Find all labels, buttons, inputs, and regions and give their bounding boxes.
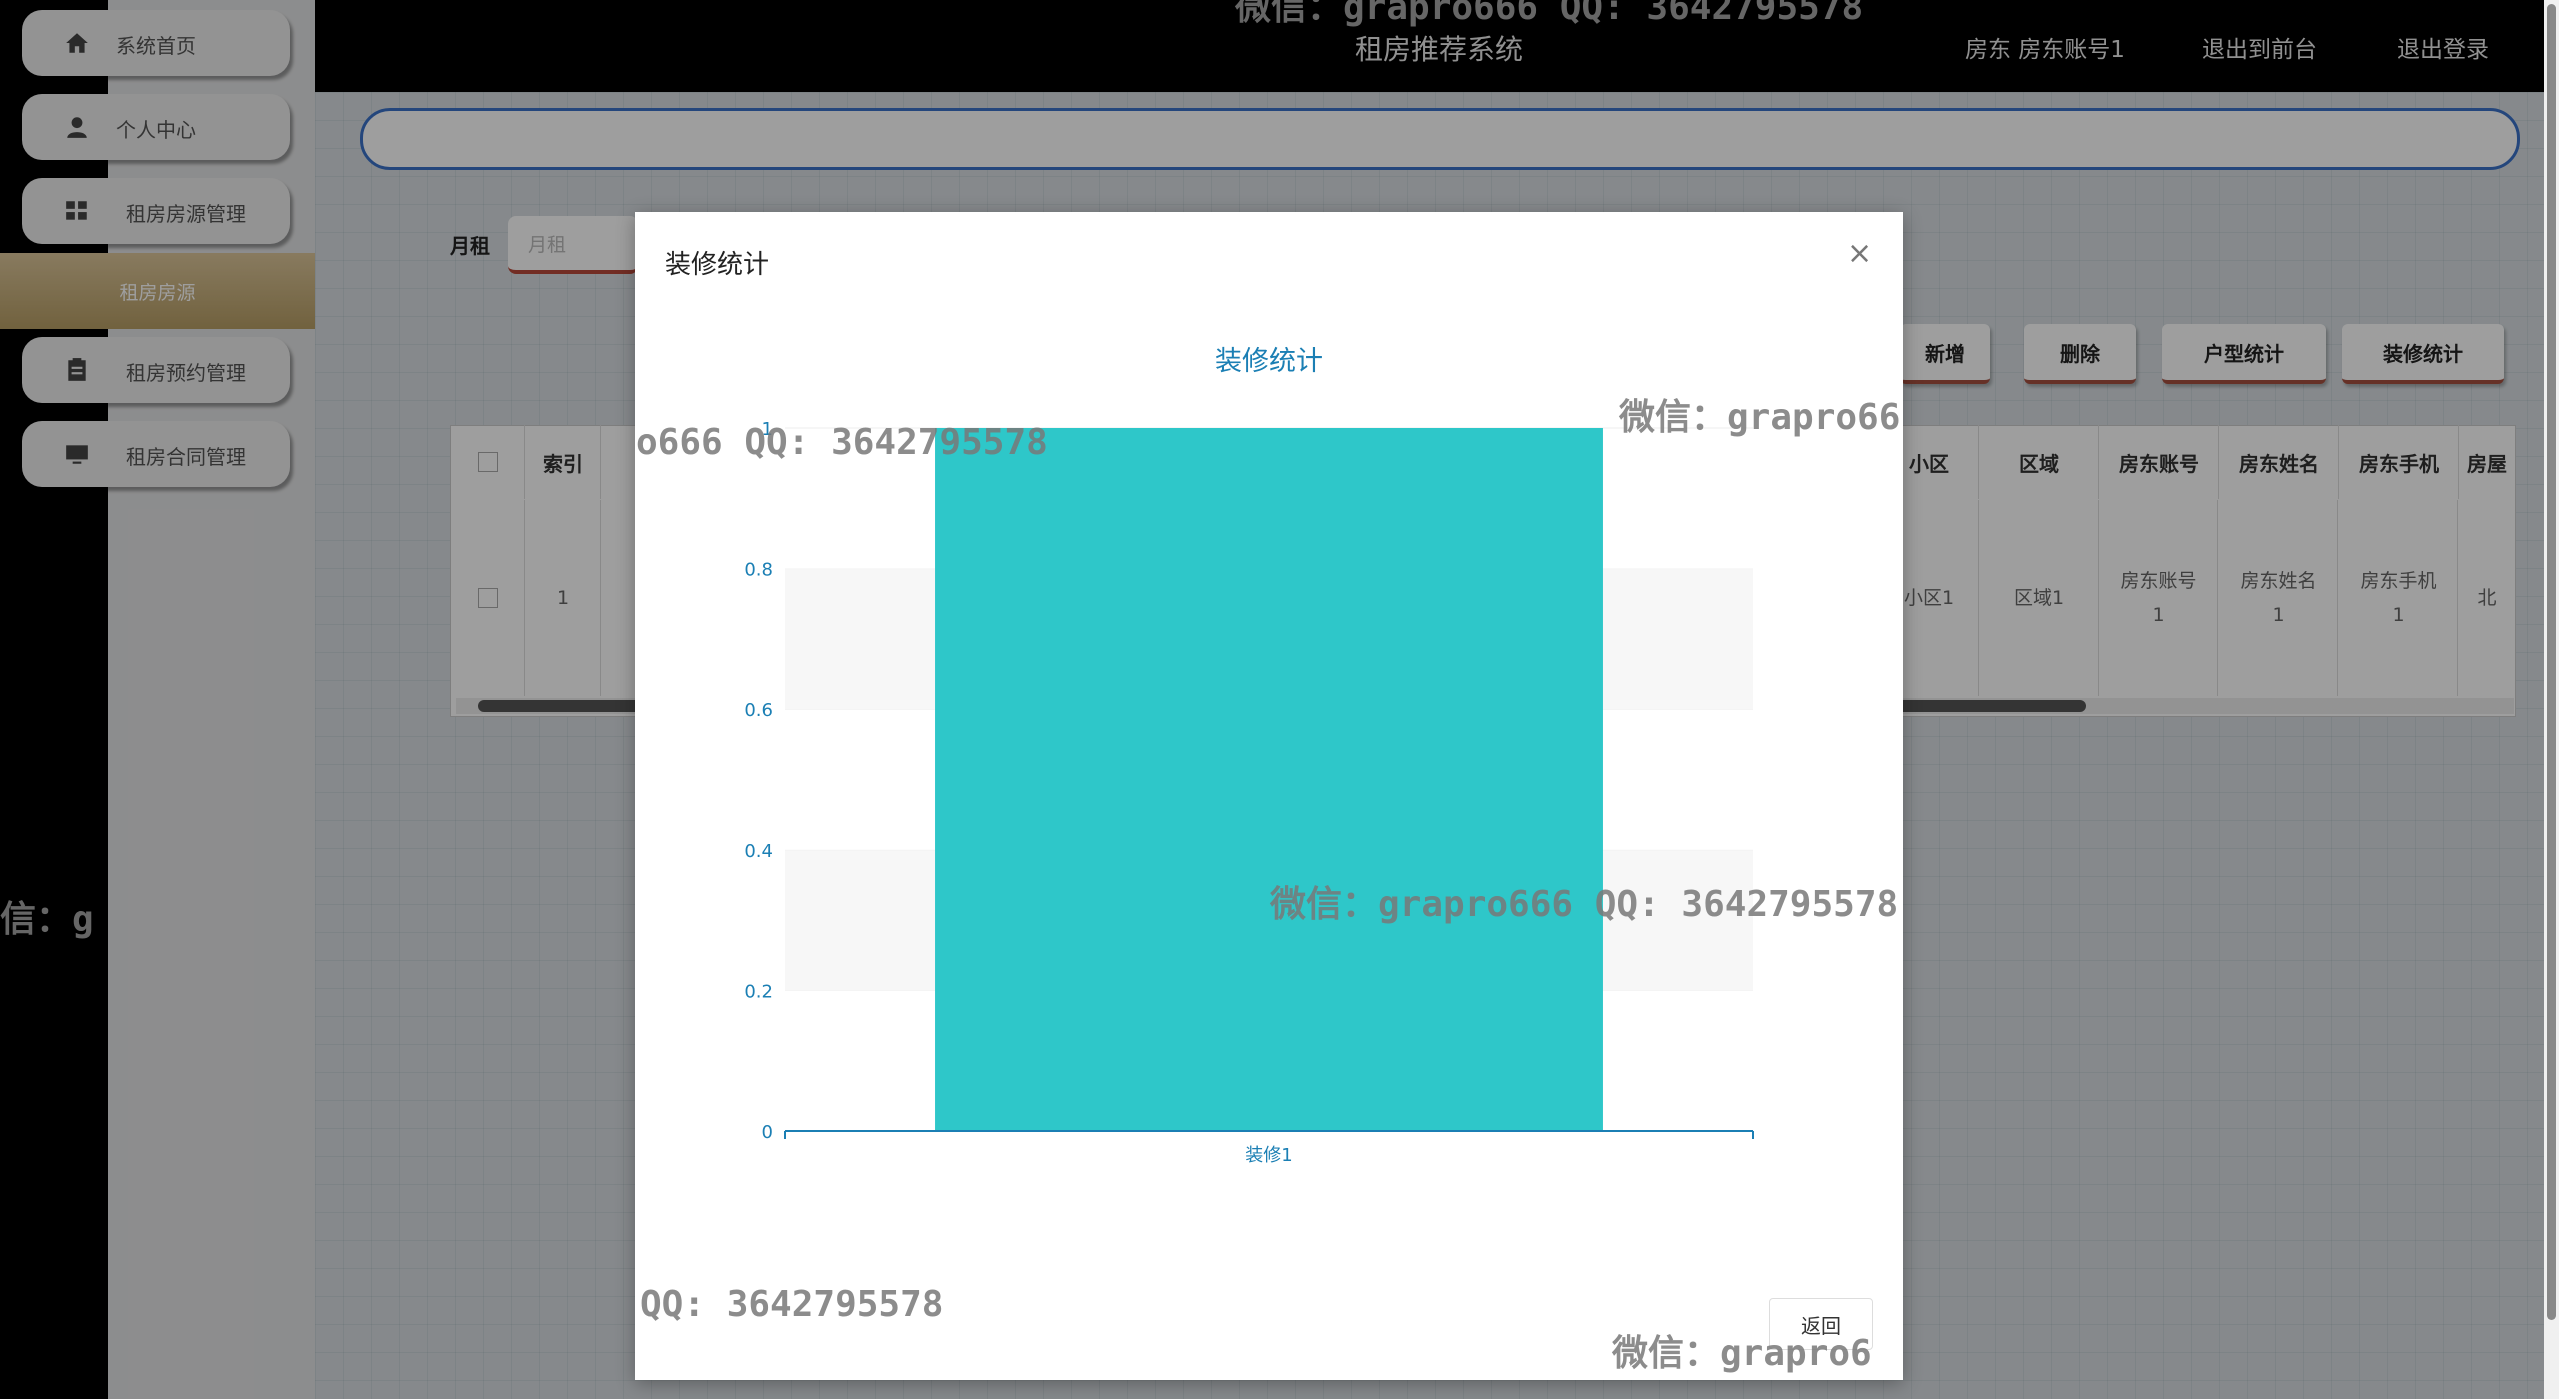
y-tick-label: 0.8 [744, 560, 773, 581]
y-tick-label: 0.2 [744, 981, 773, 1002]
return-button[interactable]: 返回 [1769, 1298, 1873, 1350]
x-tick-label: 装修1 [1245, 1145, 1292, 1166]
y-tick-label: 1 [762, 419, 773, 440]
y-tick-label: 0.6 [744, 700, 773, 721]
y-tick-label: 0.4 [744, 841, 773, 862]
y-tick-label: 0 [762, 1122, 773, 1143]
page-scroll-thumb[interactable] [2547, 4, 2556, 1320]
decoration-bar-chart: 0 0.2 0.4 0.6 0.8 1 装修1 [744, 419, 1754, 1166]
bar [935, 428, 1603, 1131]
decoration-stats-dialog: 装修统计 × 装修统计 0 0.2 0.4 0.6 0.8 1 装修1 返回 [635, 212, 1903, 1380]
